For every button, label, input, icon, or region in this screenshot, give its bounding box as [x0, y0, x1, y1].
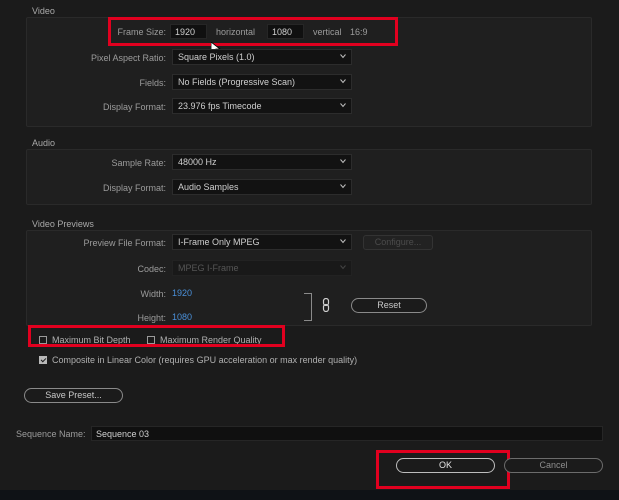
codec-dropdown[interactable]: MPEG I-Frame [172, 260, 352, 276]
pixel-aspect-label: Pixel Aspect Ratio: [90, 53, 166, 63]
pixel-aspect-dropdown[interactable]: Square Pixels (1.0) [172, 49, 352, 65]
fields-label: Fields: [139, 78, 166, 88]
ok-highlight [376, 450, 510, 489]
settings-dialog: Video Frame Size: 1920 horizontal 1080 v… [0, 0, 619, 500]
chain-link-icon[interactable] [322, 297, 330, 314]
chevron-down-icon [340, 264, 346, 270]
video-display-format-value: 23.976 fps Timecode [178, 101, 262, 111]
video-display-format-label: Display Format: [102, 102, 166, 112]
taskbar-strip [0, 490, 619, 500]
reset-button[interactable]: Reset [351, 298, 427, 313]
sample-rate-value: 48000 Hz [178, 157, 217, 167]
sample-rate-label: Sample Rate: [111, 158, 166, 168]
chevron-down-icon [340, 53, 346, 59]
preview-height-value[interactable]: 1080 [172, 312, 192, 322]
video-display-format-dropdown[interactable]: 23.976 fps Timecode [172, 98, 352, 114]
audio-section-title: Audio [32, 138, 56, 148]
sequence-name-label: Sequence Name: [16, 429, 86, 439]
fields-value: No Fields (Progressive Scan) [178, 77, 296, 87]
preview-width-value[interactable]: 1920 [172, 288, 192, 298]
chevron-down-icon [340, 158, 346, 164]
save-preset-button[interactable]: Save Preset... [24, 388, 123, 403]
fields-dropdown[interactable]: No Fields (Progressive Scan) [172, 74, 352, 90]
height-label: Height: [137, 313, 166, 323]
max-quality-highlight [28, 325, 285, 347]
audio-display-format-value: Audio Samples [178, 182, 239, 192]
chevron-down-icon [340, 78, 346, 84]
sequence-name-input[interactable]: Sequence 03 [91, 426, 603, 441]
preview-format-value: I-Frame Only MPEG [178, 237, 260, 247]
video-previews-section-title: Video Previews [32, 219, 94, 229]
chevron-down-icon [340, 238, 346, 244]
chevron-down-icon [340, 102, 346, 108]
composite-linear-label: Composite in Linear Color (requires GPU … [52, 355, 358, 365]
audio-display-format-label: Display Format: [102, 183, 166, 193]
codec-value: MPEG I-Frame [178, 263, 239, 273]
chevron-down-icon [340, 183, 346, 189]
link-bracket [304, 293, 312, 321]
preview-format-dropdown[interactable]: I-Frame Only MPEG [172, 234, 352, 250]
cancel-button[interactable]: Cancel [504, 458, 603, 473]
sample-rate-dropdown[interactable]: 48000 Hz [172, 154, 352, 170]
preview-format-label: Preview File Format: [83, 238, 166, 248]
width-label: Width: [140, 289, 166, 299]
composite-linear-checkbox[interactable] [39, 356, 47, 364]
pixel-aspect-value: Square Pixels (1.0) [178, 52, 255, 62]
video-section-title: Video [32, 6, 55, 16]
codec-label: Codec: [137, 264, 166, 274]
audio-display-format-dropdown[interactable]: Audio Samples [172, 179, 352, 195]
configure-button[interactable]: Configure... [363, 235, 433, 250]
frame-size-highlight [108, 17, 398, 46]
